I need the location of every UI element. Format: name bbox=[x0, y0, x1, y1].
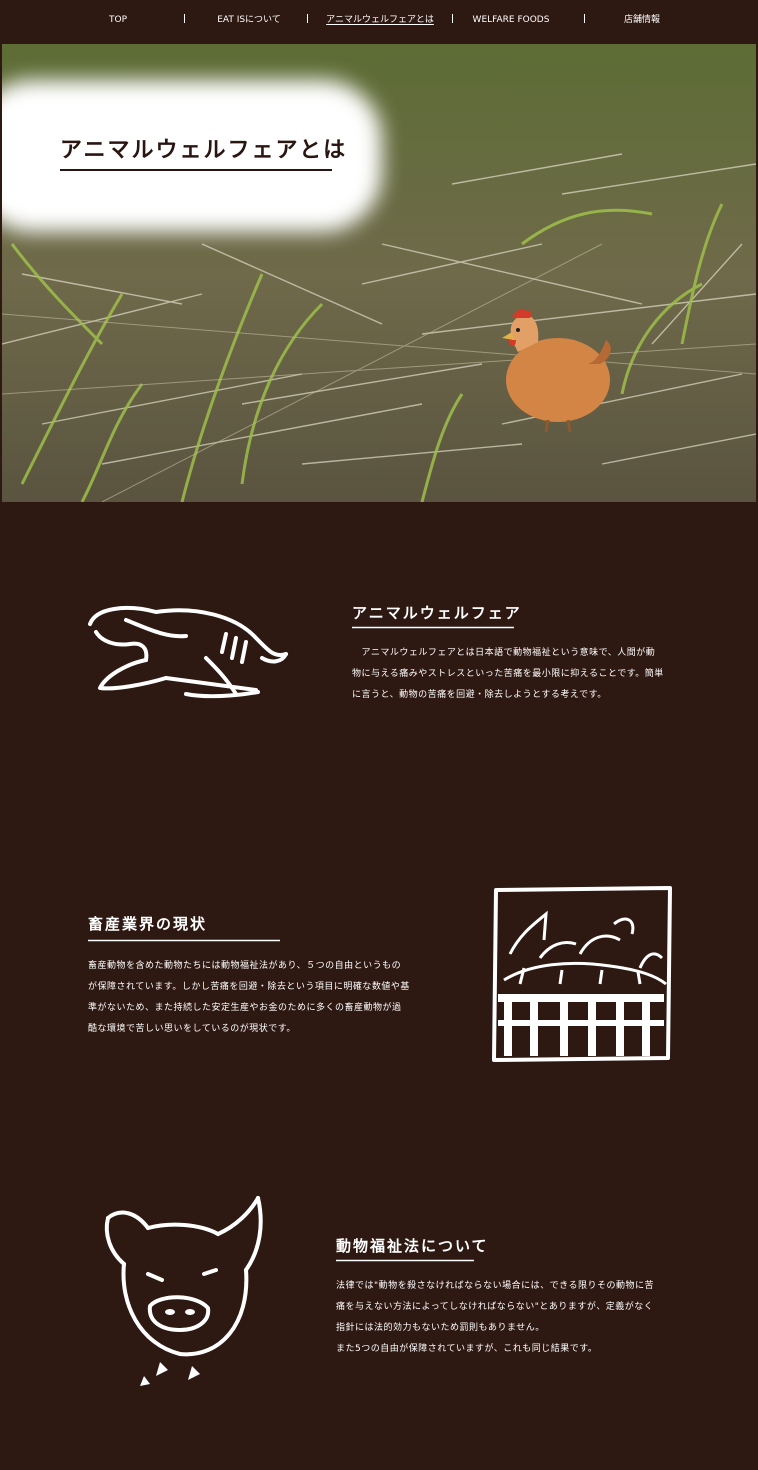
nav-divider bbox=[307, 14, 308, 23]
section-title-animal-welfare: アニマルウェルフェア bbox=[352, 604, 522, 622]
top-navigation: TOP EAT ISについて アニマルウェルフェアとは WELFARE FOOD… bbox=[0, 0, 758, 44]
nav-link-top[interactable]: TOP bbox=[88, 0, 148, 40]
section-title-animal-welfare-law: 動物福祉法について bbox=[336, 1237, 489, 1255]
pig-face-icon bbox=[104, 1196, 263, 1386]
section-underline bbox=[88, 939, 280, 942]
nav-link-store-info[interactable]: 店舗情報 bbox=[610, 0, 674, 40]
section-body-industry-status: 畜産動物を含めた動物たちには動物福祉法があり、５つの自由というものが保障されてい… bbox=[88, 961, 410, 1034]
section-underline bbox=[352, 626, 514, 629]
section-underline bbox=[336, 1259, 474, 1262]
nav-link-animal-welfare[interactable]: アニマルウェルフェアとは bbox=[325, 0, 435, 40]
section-body-animal-welfare-law: 法律では"動物を殺さなければならない場合には、できる限りその動物に苦痛を与えない… bbox=[336, 1281, 654, 1354]
section-title-industry-status: 畜産業界の現状 bbox=[88, 915, 208, 933]
nav-link-about[interactable]: EAT ISについて bbox=[206, 0, 292, 40]
section-body-animal-welfare: アニマルウェルフェアとは日本語で動物福祉という意味で、人間が動物に与える痛みやス… bbox=[352, 648, 664, 700]
nav-divider bbox=[184, 14, 185, 23]
nav-divider bbox=[584, 14, 585, 23]
title-underline bbox=[60, 169, 332, 171]
nav-divider bbox=[452, 14, 453, 23]
chicken-figurine-icon bbox=[502, 309, 611, 433]
hero-banner: アニマルウェルフェアとは bbox=[2, 44, 756, 502]
sleeping-dog-icon bbox=[88, 606, 288, 699]
nav-link-welfare-foods[interactable]: WELFARE FOODS bbox=[466, 0, 556, 40]
caged-chickens-icon bbox=[492, 886, 672, 1062]
page-title: アニマルウェルフェアとは bbox=[60, 137, 348, 163]
